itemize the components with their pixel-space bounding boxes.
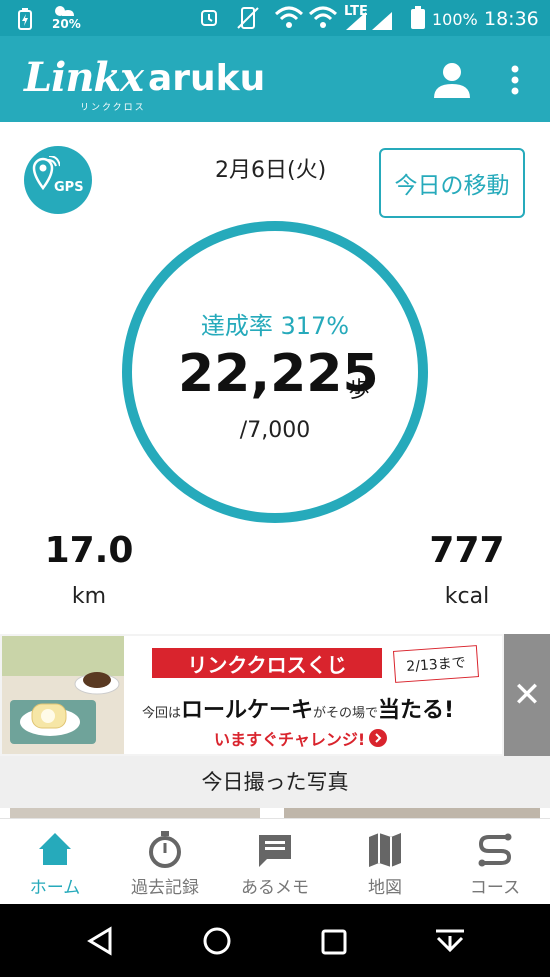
promo-item: ロールケーキ: [181, 698, 314, 723]
today-move-button[interactable]: 今日の移動: [379, 148, 525, 218]
nav-memo-label: あるメモ: [241, 878, 309, 898]
promo-banner[interactable]: リンククロスくじ 2/13まで 今回はロールケーキがその場で当たる! いますぐチ…: [0, 634, 550, 756]
weather-percent: 20%: [52, 17, 81, 31]
stopwatch-icon: [149, 831, 181, 868]
banner-close-button[interactable]: ✕: [504, 634, 550, 756]
promo-mid: がその場で: [313, 706, 379, 721]
nav-memo[interactable]: あるメモ: [220, 819, 330, 905]
nav-course[interactable]: コース: [440, 819, 550, 905]
promo-prefix: 今回は: [142, 706, 182, 721]
home-circle-icon[interactable]: [202, 926, 232, 956]
nav-home[interactable]: ホーム: [0, 819, 110, 905]
nav-map[interactable]: 地図: [330, 819, 440, 905]
distance-value: 17.0: [44, 530, 134, 571]
clock: 18:36: [484, 8, 539, 30]
close-icon: ✕: [512, 675, 542, 715]
gps-label: GPS: [54, 180, 84, 195]
battery-charging-icon: [18, 8, 32, 30]
more-vertical-icon[interactable]: [508, 64, 522, 96]
wifi-icon-2: [308, 6, 338, 28]
distance-unit: km: [71, 584, 107, 609]
deadline-badge: 2/13まで: [392, 645, 480, 683]
calories-value: 777: [429, 530, 505, 571]
signal-icon: [346, 12, 392, 30]
gps-button[interactable]: GPS: [24, 146, 92, 214]
logo-script: Linkx: [24, 54, 144, 101]
photos-section: 今日撮った写真: [0, 756, 550, 808]
home-icon: [39, 833, 71, 865]
date-label: 2月6日(火): [215, 158, 327, 183]
battery-icon: [411, 6, 425, 29]
nav-history-label: 過去記録: [131, 878, 199, 898]
app-bar: Linkx aruku リンククロス: [0, 36, 550, 122]
promo-win: 当たる!: [378, 698, 455, 723]
steps-display: 22,225 歩: [178, 344, 388, 412]
map-icon: [369, 833, 401, 867]
logo-word: aruku: [148, 58, 266, 99]
promo-cta-label: いますぐチャレンジ!: [214, 730, 366, 749]
hide-keyboard-icon[interactable]: [432, 926, 468, 956]
nav-history[interactable]: 過去記録: [110, 819, 220, 905]
rollcake-image: [2, 636, 124, 754]
photos-title: 今日撮った写真: [201, 770, 349, 794]
wifi-icon: [274, 6, 304, 28]
nav-map-label: 地図: [368, 878, 402, 898]
kuji-ribbon: リンククロスくじ: [152, 648, 382, 678]
weather-icon: [55, 6, 74, 16]
back-icon[interactable]: [86, 926, 114, 956]
logo-subtitle: リンククロス: [80, 103, 146, 113]
nav-course-label: コース: [469, 878, 521, 898]
bottom-nav: ホーム 過去記録 あるメモ 地図 コース: [0, 818, 550, 905]
steps-unit: 歩: [348, 378, 371, 403]
achievement-rate: 達成率 317%: [200, 312, 350, 340]
chevron-right-circle-icon: [369, 729, 388, 747]
steps-goal: /7,000: [239, 418, 311, 443]
nav-home-label: ホーム: [29, 878, 81, 898]
account-icon[interactable]: [432, 60, 472, 100]
promo-line: 今回はロールケーキがその場で当たる!: [142, 692, 454, 724]
course-icon: [478, 833, 512, 867]
promo-banner-body[interactable]: リンククロスくじ 2/13まで 今回はロールケーキがその場で当たる! いますぐチ…: [2, 636, 502, 754]
alarm-icon: [201, 10, 217, 26]
vibrate-icon: [237, 7, 259, 29]
calories-unit: kcal: [444, 584, 490, 609]
promo-cta[interactable]: いますぐチャレンジ!: [214, 726, 388, 750]
recents-icon[interactable]: [320, 928, 348, 956]
battery-percent: 100%: [432, 10, 478, 29]
memo-icon: [259, 835, 291, 867]
photo-thumbnail[interactable]: [284, 808, 540, 818]
photo-thumbnail[interactable]: [10, 808, 260, 818]
app-logo: Linkx aruku リンククロス: [24, 50, 284, 113]
status-bar: 20% LTE 100% 18:36: [0, 0, 550, 36]
system-nav-bar: [0, 904, 550, 977]
